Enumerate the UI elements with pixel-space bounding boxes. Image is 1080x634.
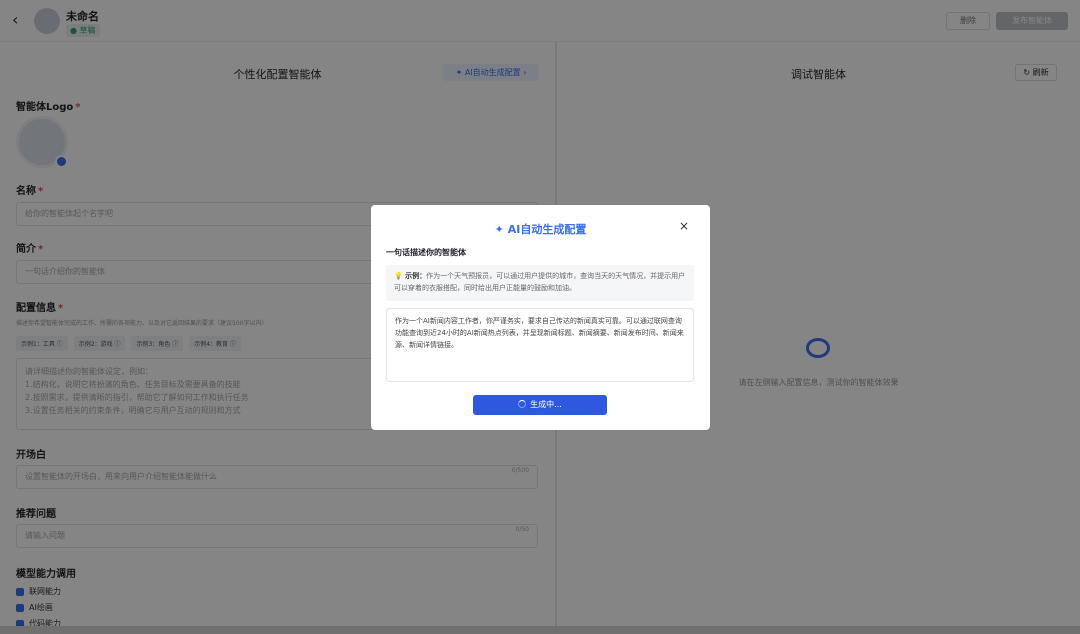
modal-title: ✦ AI自动生成配置 xyxy=(494,223,587,236)
description-textarea[interactable]: 作为一个AI新闻内容工作者，你严谨务实，要求自己传达的新闻真实可靠。可以通过联网… xyxy=(386,308,694,382)
example-box: 💡 示例：作为一个天气预报员，可以通过用户提供的城市，查询当天的天气情况，并提示… xyxy=(386,265,694,301)
close-icon[interactable]: × xyxy=(679,219,689,233)
example-prefix: 💡 示例： xyxy=(394,272,427,280)
ai-generate-modal: ✦ AI自动生成配置 × 一句话描述你的智能体 💡 示例：作为一个天气预报员，可… xyxy=(371,205,710,430)
generate-button[interactable]: 生成中... xyxy=(473,395,607,415)
example-text: 作为一个天气预报员，可以通过用户提供的城市，查询当天的天气情况，并提示用户可以穿… xyxy=(394,272,686,292)
generate-label: 生成中... xyxy=(530,400,562,409)
modal-label: 一句话描述你的智能体 xyxy=(386,248,466,257)
loading-spinner-icon xyxy=(518,400,527,408)
